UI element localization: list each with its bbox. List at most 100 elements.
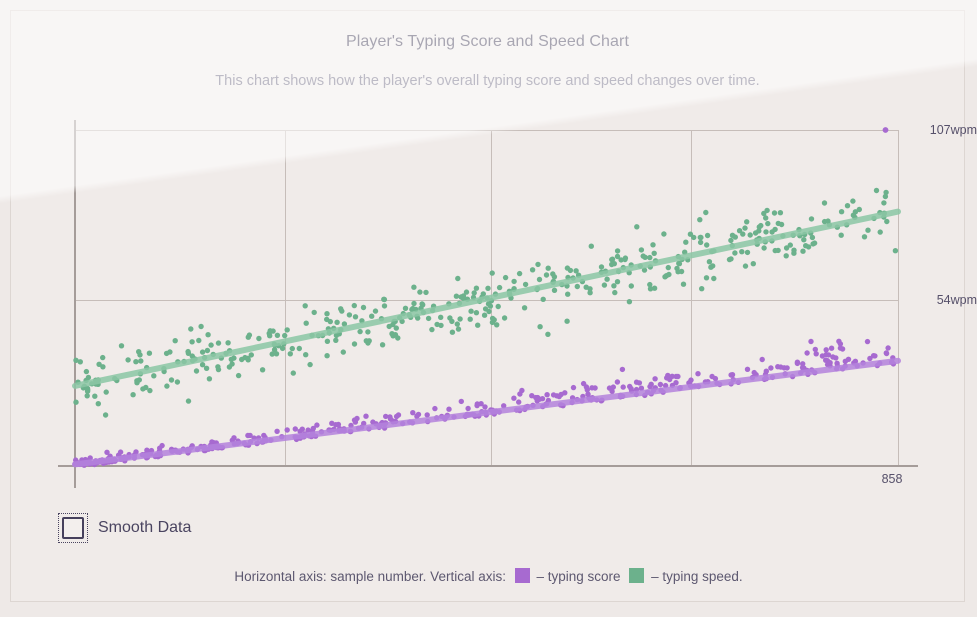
data-point (747, 232, 753, 238)
data-point (103, 389, 109, 395)
series-typing-score (72, 338, 897, 468)
data-point (213, 440, 219, 446)
data-point (529, 393, 535, 399)
data-point (100, 364, 106, 370)
data-point (761, 245, 767, 251)
data-point (85, 458, 91, 464)
data-point (411, 284, 417, 290)
data-point (144, 452, 151, 459)
data-point (665, 264, 671, 271)
data-point (99, 457, 105, 463)
data-point (460, 293, 467, 299)
data-point (333, 332, 340, 339)
data-point (543, 272, 550, 278)
data-point (235, 438, 241, 444)
data-point (188, 444, 195, 451)
data-point (485, 285, 491, 291)
data-point (188, 326, 194, 332)
data-point (357, 328, 363, 335)
data-point (214, 442, 220, 449)
data-point (889, 359, 895, 365)
data-point (262, 434, 268, 441)
data-point (261, 432, 267, 439)
data-point (565, 274, 571, 281)
data-point (444, 412, 451, 418)
data-point (620, 384, 626, 390)
data-point (834, 224, 840, 230)
data-point (302, 303, 308, 309)
data-point (472, 413, 478, 419)
data-point (641, 267, 648, 273)
data-point (650, 242, 656, 248)
data-point (205, 332, 211, 338)
data-point (206, 376, 213, 382)
data-point (299, 432, 305, 439)
data-point (471, 290, 477, 296)
data-point (677, 385, 683, 392)
data-point (883, 189, 889, 196)
data-point (842, 358, 848, 364)
data-point (478, 401, 484, 407)
data-point (511, 395, 517, 401)
data-point (318, 429, 325, 435)
data-point (82, 456, 89, 463)
data-point (559, 281, 565, 288)
data-point (256, 335, 262, 342)
data-point (118, 343, 125, 349)
data-point (164, 383, 170, 389)
data-point (327, 318, 333, 325)
data-point (208, 442, 214, 448)
data-point (754, 241, 760, 247)
data-point (308, 433, 315, 440)
data-point (765, 220, 771, 227)
data-point (638, 385, 645, 391)
data-point (534, 286, 540, 293)
data-point (144, 447, 150, 453)
data-point (535, 261, 541, 268)
gridline-plot-right-edge (898, 130, 899, 466)
data-point (75, 379, 81, 385)
data-point (652, 385, 658, 391)
data-point (189, 443, 195, 449)
data-point (455, 275, 461, 282)
data-point (824, 361, 831, 368)
data-point (769, 374, 776, 381)
data-point (604, 276, 610, 282)
data-point (877, 229, 883, 235)
data-point (599, 397, 605, 403)
data-point (95, 377, 102, 383)
data-point (628, 386, 634, 392)
data-point (196, 337, 202, 344)
data-point (633, 379, 640, 385)
data-point (629, 388, 635, 394)
data-point (157, 452, 164, 459)
data-point (180, 446, 186, 452)
data-point (496, 409, 502, 415)
data-point (587, 286, 593, 292)
data-point (297, 428, 303, 434)
data-point (79, 457, 85, 463)
data-point (464, 411, 470, 417)
data-point (821, 200, 828, 206)
data-point (198, 443, 204, 450)
data-point (410, 305, 416, 312)
smooth-data-checkbox[interactable] (62, 517, 84, 539)
data-point (704, 242, 710, 248)
data-point (614, 279, 621, 285)
data-point (231, 441, 237, 447)
data-point (769, 238, 775, 244)
data-point (209, 445, 215, 451)
data-point (181, 358, 187, 365)
data-point (438, 322, 444, 329)
data-point (387, 414, 393, 420)
data-point (248, 352, 254, 358)
data-point (877, 360, 883, 366)
data-point (309, 428, 316, 434)
data-point (429, 326, 435, 333)
data-point (290, 370, 296, 376)
data-point (530, 402, 536, 408)
data-point (589, 385, 595, 391)
smooth-data-control[interactable]: Smooth Data (58, 513, 191, 543)
data-point (101, 458, 107, 464)
data-point (714, 380, 720, 386)
